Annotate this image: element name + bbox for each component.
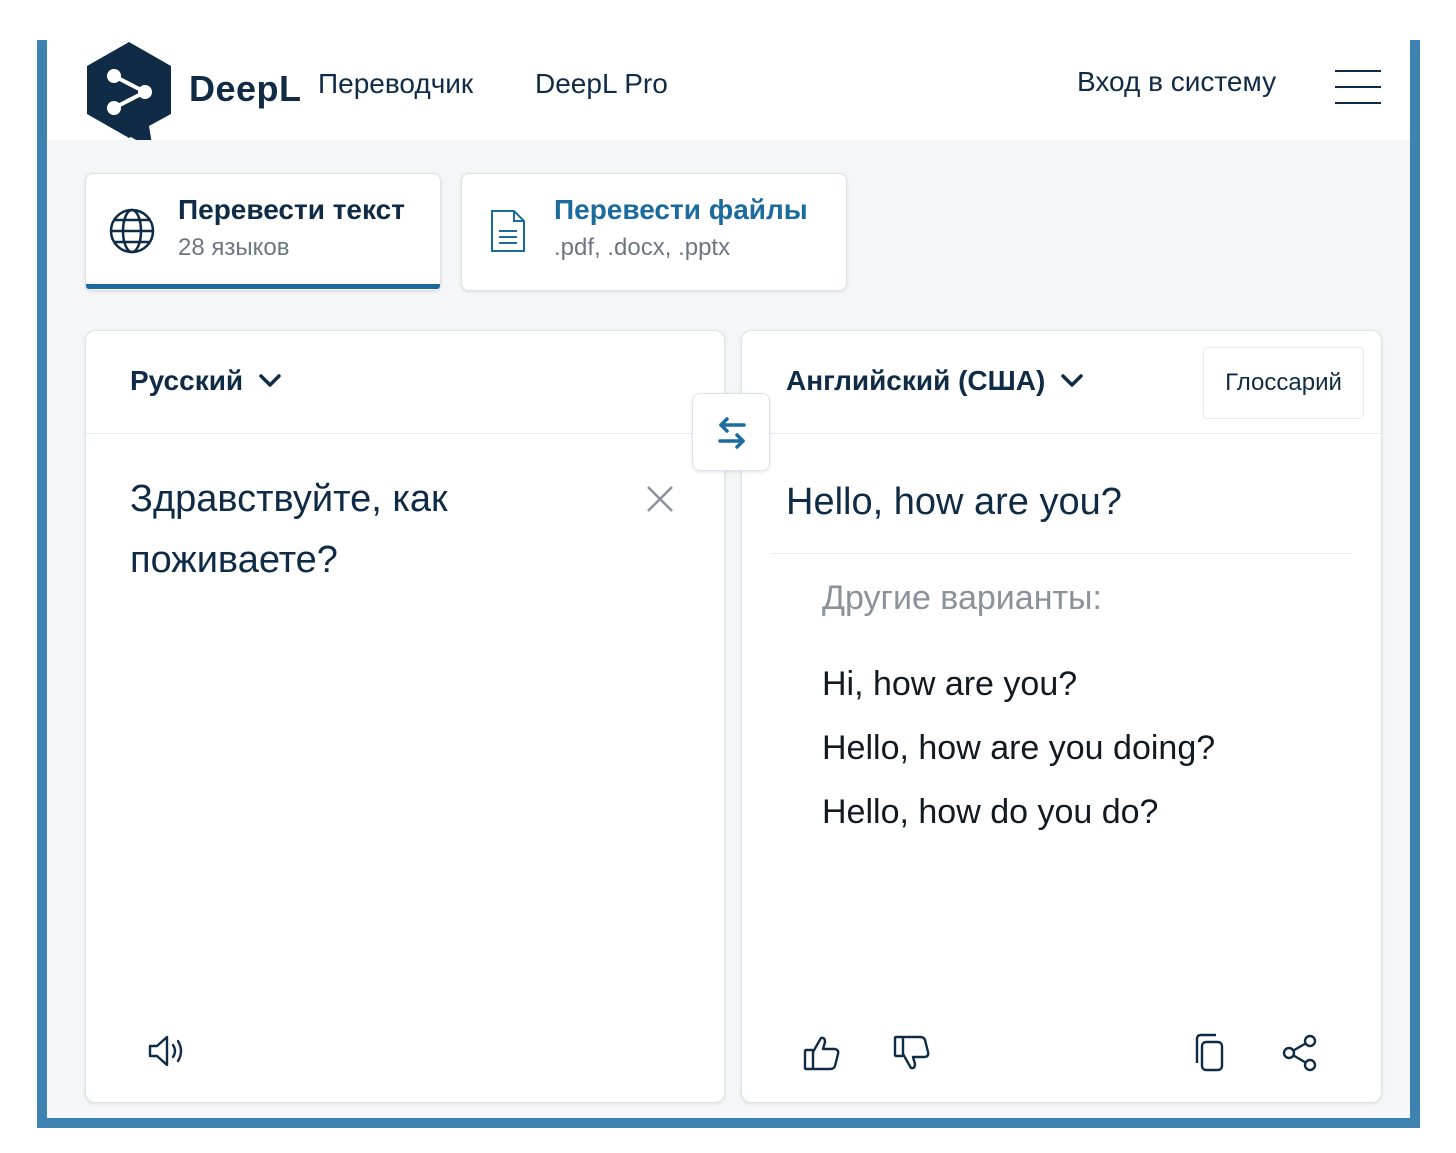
logo-wordmark[interactable]: DeepL	[189, 68, 302, 110]
frame-left	[37, 40, 47, 1128]
alternatives-title: Другие варианты:	[822, 579, 1102, 617]
alternative-item[interactable]: Hi, how are you?	[822, 657, 1222, 711]
target-panel: Английский (США) Глоссарий Hello, how ar…	[741, 330, 1382, 1103]
target-panel-header: Английский (США) Глоссарий	[742, 331, 1381, 434]
top-header: DeepL Переводчик DeepL Pro Вход в систем…	[47, 40, 1410, 150]
translation-output[interactable]: Hello, how are you?	[786, 481, 1122, 524]
login-link[interactable]: Вход в систему	[1077, 66, 1276, 98]
chevron-down-icon	[1061, 374, 1084, 387]
source-panel: Русский Здравствуйте, как поживаете?	[85, 330, 725, 1103]
close-icon[interactable]	[646, 485, 674, 513]
alternative-item[interactable]: Hello, how are you doing?	[822, 721, 1222, 775]
tab-translate-files-title: Перевести файлы	[554, 194, 808, 225]
menu-icon[interactable]	[1335, 70, 1381, 104]
alternatives-list: Hi, how are you? Hello, how are you doin…	[822, 657, 1222, 849]
copy-icon[interactable]	[1190, 1033, 1230, 1073]
tab-translate-files[interactable]: Перевести файлы .pdf, .docx, .pptx	[461, 173, 847, 291]
source-text-input[interactable]: Здравствуйте, как поживаете?	[130, 469, 550, 591]
document-icon	[491, 210, 525, 252]
frame-bottom	[37, 1118, 1420, 1128]
active-tab-indicator	[86, 284, 440, 289]
tab-translate-text-title: Перевести текст	[178, 194, 405, 225]
source-panel-header: Русский	[86, 331, 724, 434]
thumbs-down-icon[interactable]	[892, 1033, 932, 1073]
logo-subtitle[interactable]: Переводчик	[318, 68, 473, 100]
target-language-select[interactable]: Английский (США)	[786, 365, 1084, 397]
swap-icon	[718, 417, 746, 449]
tab-translate-text-subtitle: 28 языков	[178, 234, 290, 261]
chevron-down-icon	[259, 374, 281, 387]
source-language-select[interactable]: Русский	[130, 365, 281, 397]
speaker-icon[interactable]	[146, 1031, 186, 1071]
alternative-item[interactable]: Hello, how do you do?	[822, 785, 1222, 839]
frame-right	[1410, 40, 1420, 1128]
divider	[772, 553, 1352, 554]
main-area: Перевести текст 28 языков Перевести файл…	[47, 140, 1410, 1118]
swap-languages-button[interactable]	[692, 393, 770, 471]
globe-icon	[109, 208, 155, 254]
tab-translate-text[interactable]: Перевести текст 28 языков	[85, 173, 441, 291]
thumbs-up-icon[interactable]	[802, 1033, 842, 1073]
nav-deepl-pro-link[interactable]: DeepL Pro	[535, 68, 668, 100]
share-icon[interactable]	[1280, 1033, 1320, 1073]
source-language-label: Русский	[130, 365, 244, 396]
tab-translate-files-subtitle: .pdf, .docx, .pptx	[554, 234, 731, 261]
deepl-logo-icon[interactable]	[83, 40, 175, 152]
glossary-button[interactable]: Глоссарий	[1203, 347, 1364, 419]
target-language-label: Английский (США)	[786, 365, 1046, 396]
